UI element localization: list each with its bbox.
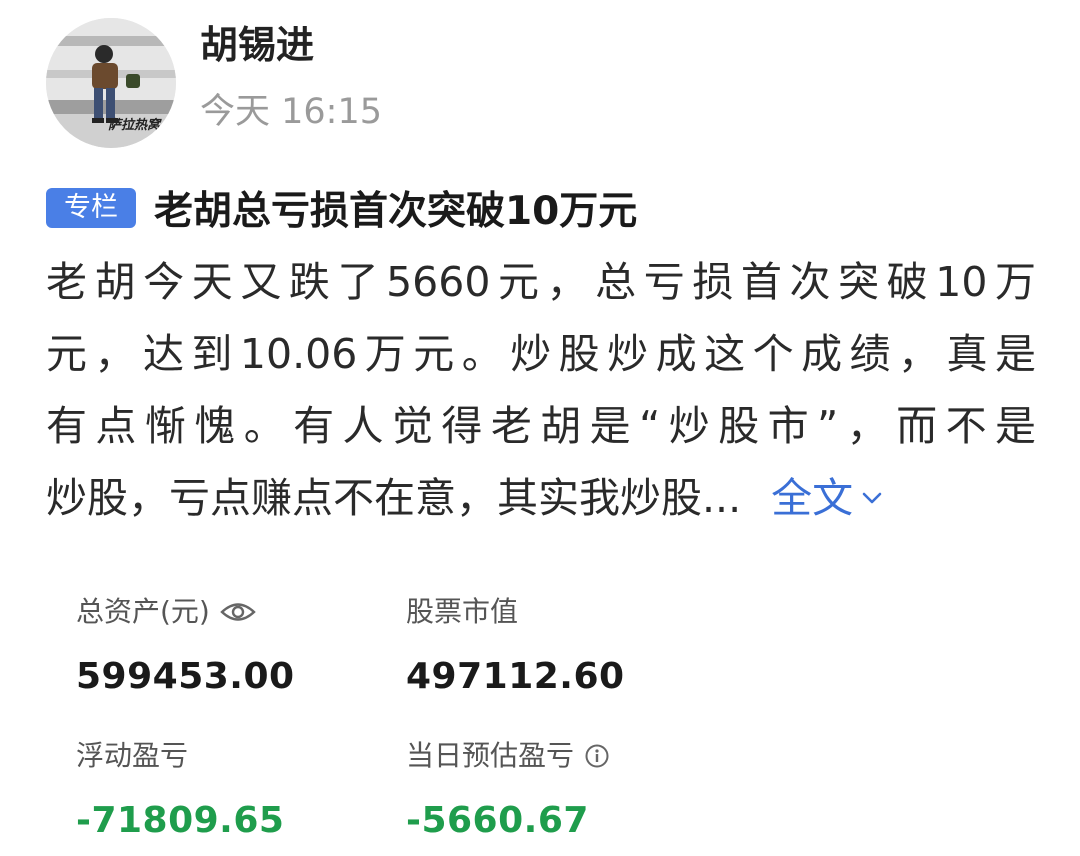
stat-value: 599453.00	[76, 656, 295, 697]
post-body[interactable]: 老胡今天又跌了5660元，总亏损首次突破10万 元，达到10.06万元。炒股炒成…	[46, 246, 1036, 534]
body-line: 炒股，亏点赚点不在意，其实我炒股...	[46, 474, 742, 522]
post-card: 萨拉热窝 胡锡进 今天 16:15 专栏 老胡总亏损首次突破10万元 老胡今天又…	[0, 0, 1080, 856]
expand-label: 全文	[771, 474, 854, 522]
post-time: 今天 16:15	[200, 92, 382, 132]
info-icon[interactable]	[584, 743, 610, 769]
stat-daily-pnl: 当日预估盈亏 -5660.67	[406, 736, 610, 846]
stat-value: 497112.60	[406, 656, 625, 697]
body-line: 有点惭愧。有人觉得老胡是“炒股市”，而不是	[46, 402, 1036, 450]
body-line-last: 炒股，亏点赚点不在意，其实我炒股... 全文	[46, 462, 1036, 534]
avatar[interactable]: 萨拉热窝	[46, 18, 176, 148]
body-line: 老胡今天又跌了5660元，总亏损首次突破10万	[46, 258, 1036, 306]
stat-label: 浮动盈亏	[76, 739, 189, 772]
stat-total-assets: 总资产(元) 599453.00	[76, 592, 295, 702]
stat-label: 股票市值	[406, 595, 519, 628]
chevron-down-icon	[862, 492, 882, 504]
expand-full-text-link[interactable]: 全文	[771, 462, 887, 534]
avatar-caption: 萨拉热窝	[108, 118, 161, 133]
title-row: 专栏 老胡总亏损首次突破10万元	[46, 180, 637, 236]
column-badge[interactable]: 专栏	[46, 188, 136, 228]
post-title[interactable]: 老胡总亏损首次突破10万元	[154, 180, 637, 236]
stat-floating-pnl: 浮动盈亏 -71809.65	[76, 736, 284, 846]
stat-value: -5660.67	[406, 800, 589, 841]
eye-icon[interactable]	[220, 599, 256, 625]
stat-label: 当日预估盈亏	[406, 739, 575, 772]
stat-market-value: 股票市值 497112.60	[406, 592, 625, 702]
stat-value: -71809.65	[76, 800, 285, 841]
stat-label: 总资产(元)	[76, 595, 210, 628]
body-line: 元，达到10.06万元。炒股炒成这个成绩，真是	[46, 330, 1036, 378]
author-name[interactable]: 胡锡进	[200, 20, 314, 70]
